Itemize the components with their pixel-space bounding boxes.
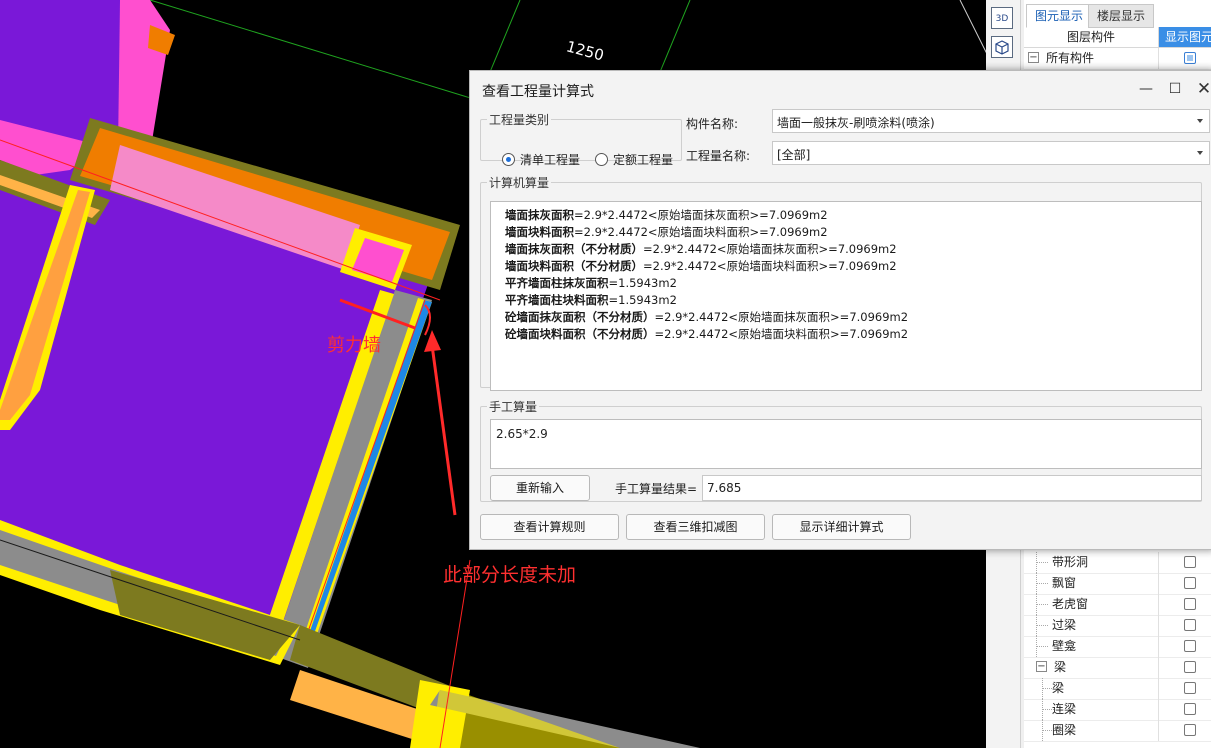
view-3d-deduction-button[interactable]: 查看三维扣减图 bbox=[626, 514, 765, 540]
quantity-name-select[interactable]: [全部] bbox=[772, 141, 1210, 165]
manual-result-label: 手工算量结果= bbox=[615, 482, 698, 496]
tree-row-label: 圈梁 bbox=[1052, 723, 1077, 737]
tree-row-label: 壁龛 bbox=[1052, 639, 1077, 653]
component-name-label: 构件名称: bbox=[686, 117, 739, 131]
tree-row-label: 带形洞 bbox=[1052, 555, 1089, 569]
group-legend: 工程量类别 bbox=[489, 113, 550, 127]
quantity-name-value: [全部] bbox=[777, 148, 811, 162]
formula-line: 砼墙面抹灰面积（不分材质）=2.9*2.4472<原始墙面抹灰面积>=7.096… bbox=[505, 310, 909, 324]
radio-unselected-icon bbox=[595, 153, 608, 166]
manual-result-value: 7.685 bbox=[707, 481, 742, 495]
3d-view-icon[interactable]: 3D bbox=[991, 7, 1013, 29]
show-checkbox[interactable] bbox=[1184, 640, 1196, 652]
tab-floor-display[interactable]: 楼层显示 bbox=[1088, 4, 1155, 28]
column-layer-component: 图层构件 bbox=[1024, 27, 1159, 47]
chevron-down-icon bbox=[1197, 119, 1203, 123]
manual-expression-text: 2.65*2.9 bbox=[496, 427, 548, 441]
tree-row-label: 梁 bbox=[1054, 660, 1067, 674]
tree-row-label: 所有构件 bbox=[1046, 51, 1095, 65]
manual-result-field[interactable]: 7.685 bbox=[702, 475, 1202, 501]
show-checkbox[interactable] bbox=[1184, 598, 1196, 610]
maximize-button[interactable]: ☐ bbox=[1165, 79, 1185, 99]
collapse-icon[interactable]: − bbox=[1028, 52, 1039, 63]
show-checkbox[interactable] bbox=[1184, 661, 1196, 673]
tree-row[interactable]: 过梁 bbox=[1024, 615, 1211, 637]
show-checkbox[interactable] bbox=[1184, 619, 1196, 631]
close-button[interactable]: ✕ bbox=[1194, 79, 1211, 99]
quantity-name-label: 工程量名称: bbox=[686, 149, 751, 163]
chevron-down-icon bbox=[1197, 151, 1203, 155]
tree-row[interactable]: 飘窗 bbox=[1024, 573, 1211, 595]
computer-calc-output[interactable]: 墙面抹灰面积=2.9*2.4472<原始墙面抹灰面积>=7.0969m2 墙面块… bbox=[490, 201, 1202, 391]
radio-label: 定额工程量 bbox=[613, 153, 674, 167]
tree-row[interactable]: 圈梁 bbox=[1024, 720, 1211, 742]
show-checkbox[interactable] bbox=[1184, 577, 1196, 589]
quantity-formula-dialog: 查看工程量计算式 — ☐ ✕ 工程量类别 清单工程量 定额工程量 构件名称: 墙… bbox=[469, 70, 1211, 550]
tree-row[interactable]: 壁龛 bbox=[1024, 636, 1211, 658]
collapse-icon[interactable]: − bbox=[1036, 661, 1047, 672]
cube-view-icon[interactable] bbox=[991, 36, 1013, 58]
group-legend: 手工算量 bbox=[489, 400, 538, 414]
tree-row[interactable]: 连梁 bbox=[1024, 699, 1211, 721]
tree-row[interactable]: 梁 bbox=[1024, 678, 1211, 700]
minimize-button[interactable]: — bbox=[1136, 79, 1156, 99]
tree-row-label: 飘窗 bbox=[1052, 576, 1077, 590]
quantity-type-group: 工程量类别 清单工程量 定额工程量 bbox=[480, 111, 682, 167]
manual-calc-group: 手工算量 2.65*2.9 重新输入 手工算量结果= 7.685 bbox=[480, 398, 1202, 502]
show-checkbox[interactable] bbox=[1184, 724, 1196, 736]
tree-row-label: 过梁 bbox=[1052, 618, 1077, 632]
tree-row-label: 连梁 bbox=[1052, 702, 1077, 716]
computer-calc-group: 计算机算量 墙面抹灰面积=2.9*2.4472<原始墙面抹灰面积>=7.0969… bbox=[480, 174, 1202, 391]
formula-line: 平齐墙面柱块料面积=1.5943m2 bbox=[505, 293, 677, 307]
tree-row[interactable]: 老虎窗 bbox=[1024, 594, 1211, 616]
show-checkbox[interactable] bbox=[1184, 556, 1196, 568]
group-legend: 计算机算量 bbox=[489, 176, 550, 190]
show-detail-formula-button[interactable]: 显示详细计算式 bbox=[772, 514, 911, 540]
layer-tree-header: 图层构件 显示图元 bbox=[1024, 27, 1211, 48]
formula-line: 砼墙面块料面积（不分材质）=2.9*2.4472<原始墙面块料面积>=7.096… bbox=[505, 327, 909, 341]
shear-wall-annotation: 剪力墙 bbox=[327, 335, 381, 356]
length-missing-annotation: 此部分长度未加 bbox=[443, 564, 577, 586]
formula-line: 平齐墙面柱抹灰面积=1.5943m2 bbox=[505, 276, 677, 290]
radio-label: 清单工程量 bbox=[520, 153, 581, 167]
formula-line: 墙面抹灰面积=2.9*2.4472<原始墙面抹灰面积>=7.0969m2 bbox=[505, 208, 828, 222]
dialog-title: 查看工程量计算式 bbox=[482, 84, 594, 100]
column-show-element[interactable]: 显示图元 bbox=[1159, 27, 1211, 47]
tree-row-beam-group[interactable]: − 梁 bbox=[1024, 657, 1211, 679]
formula-line: 墙面块料面积=2.9*2.4472<原始墙面块料面积>=7.0969m2 bbox=[505, 225, 828, 239]
radio-selected-icon bbox=[502, 153, 515, 166]
component-name-value: 墙面一般抹灰-刷喷涂料(喷涂) bbox=[777, 116, 935, 130]
tree-row-label: 梁 bbox=[1052, 681, 1065, 695]
show-checkbox[interactable] bbox=[1184, 52, 1196, 64]
tree-row[interactable]: 带形洞 bbox=[1024, 552, 1211, 574]
tree-row-label: 老虎窗 bbox=[1052, 597, 1089, 611]
show-checkbox[interactable] bbox=[1184, 682, 1196, 694]
tab-element-display[interactable]: 图元显示 bbox=[1026, 4, 1093, 28]
formula-line: 墙面抹灰面积（不分材质）=2.9*2.4472<原始墙面抹灰面积>=7.0969… bbox=[505, 242, 897, 256]
formula-line: 墙面块料面积（不分材质）=2.9*2.4472<原始墙面块料面积>=7.0969… bbox=[505, 259, 897, 273]
component-name-select[interactable]: 墙面一般抹灰-刷喷涂料(喷涂) bbox=[772, 109, 1210, 133]
reinput-button[interactable]: 重新输入 bbox=[490, 475, 590, 501]
tree-row-all-components[interactable]: − 所有构件 bbox=[1024, 48, 1211, 70]
manual-expression-input[interactable]: 2.65*2.9 bbox=[490, 419, 1202, 469]
view-rules-button[interactable]: 查看计算规则 bbox=[480, 514, 619, 540]
show-checkbox[interactable] bbox=[1184, 703, 1196, 715]
